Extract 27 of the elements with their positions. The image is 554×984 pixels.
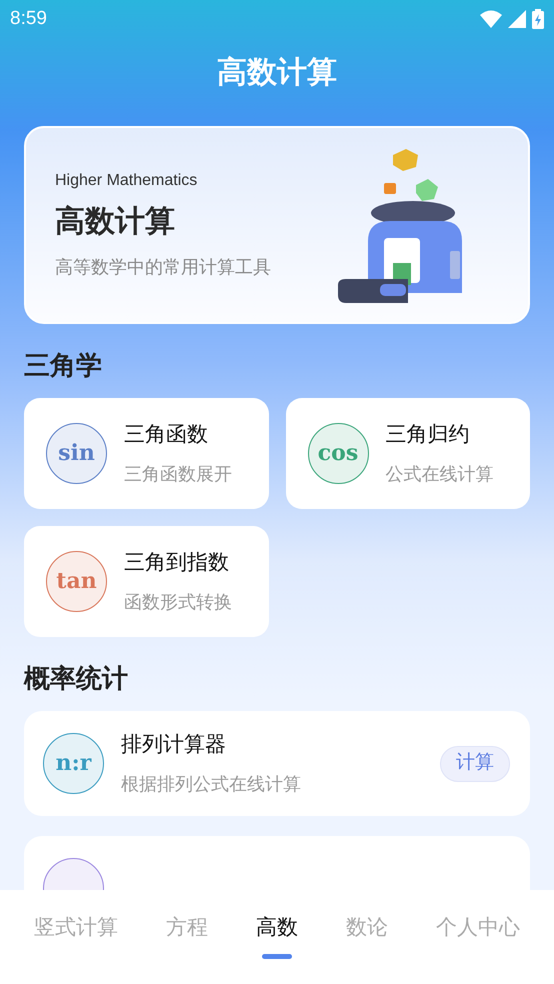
banner-title: 高数计算: [55, 204, 176, 240]
symbol-badge: n:r: [43, 733, 104, 794]
card-subtitle: 公式在线计算: [386, 462, 494, 486]
nav-tab[interactable]: 高数: [256, 912, 298, 958]
card-title: 三角函数: [124, 422, 209, 448]
signal-icon: [508, 10, 526, 28]
card-subtitle: 三角函数展开: [124, 462, 232, 486]
symbol-badge: tan: [46, 551, 107, 612]
card-title: 三角归约: [386, 422, 470, 448]
status-time: 8:59: [10, 6, 47, 31]
card-title: 三角到指数: [124, 550, 230, 576]
tool-card[interactable]: sin 三角函数 三角函数展开: [24, 398, 268, 509]
tool-card[interactable]: cos 三角归约 公式在线计算: [286, 398, 530, 509]
section-title: 概率统计: [24, 663, 129, 693]
banner-description: 高等数学中的常用计算工具: [55, 256, 271, 279]
tool-card[interactable]: tan 三角到指数 函数形式转换: [24, 526, 268, 637]
section-title: 三角学: [24, 350, 103, 380]
symbol-badge: sin: [46, 423, 107, 484]
wifi-icon: [480, 10, 502, 28]
card-title: 排列计算器: [121, 732, 227, 758]
card-subtitle: 函数形式转换: [124, 590, 232, 614]
card-subtitle: 根据排列公式在线计算: [121, 772, 302, 796]
page-title: 高数计算: [217, 54, 337, 90]
battery-icon: [532, 9, 544, 29]
tool-card[interactable]: n:r 排列计算器 根据排列公式在线计算 计算: [24, 711, 530, 816]
symbol-badge: cos: [308, 423, 368, 484]
banner-subtitle: Higher Mathematics: [55, 171, 198, 191]
